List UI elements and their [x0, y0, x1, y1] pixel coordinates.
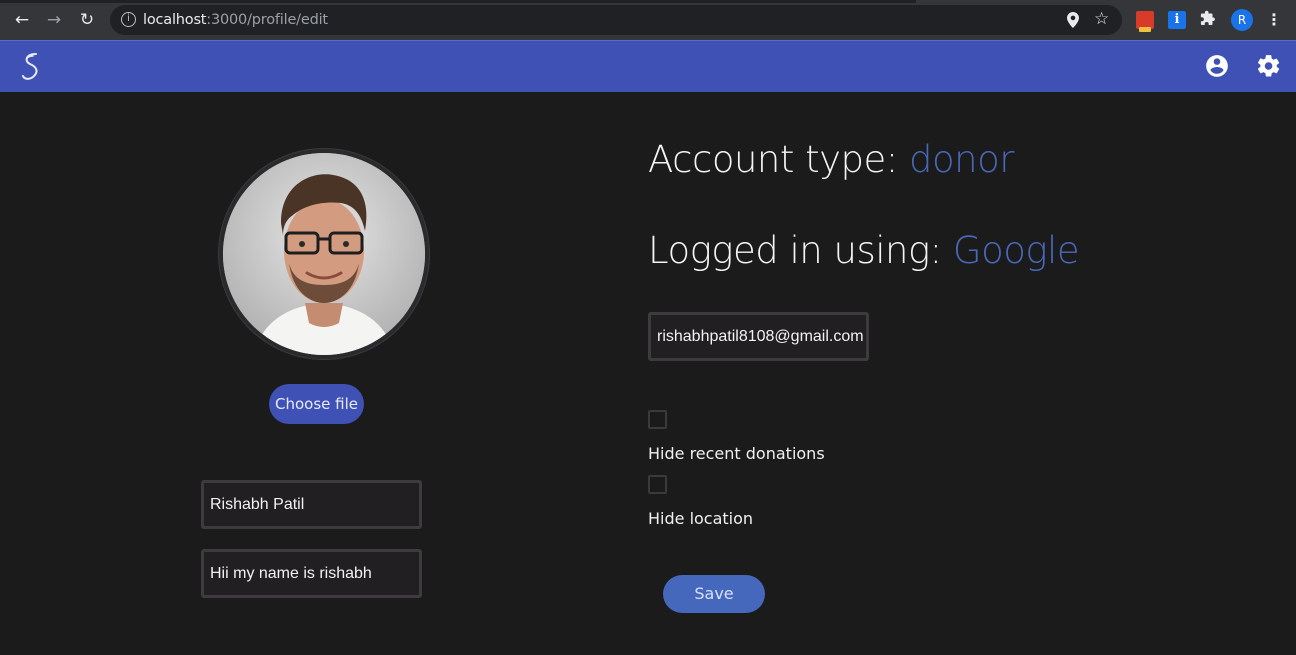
forward-icon[interactable]: → — [42, 8, 66, 32]
account-circle-icon[interactable] — [1204, 53, 1230, 79]
back-icon[interactable]: ← — [10, 8, 34, 32]
account-type-heading: Account type: donor — [648, 138, 1014, 181]
hide-location-label: Hide location — [648, 509, 754, 528]
info-icon[interactable]: i — [121, 12, 136, 27]
puzzle-icon[interactable] — [1200, 10, 1218, 28]
extension-icon[interactable]: i — [1168, 11, 1186, 29]
browser-profile-avatar[interactable]: R — [1231, 9, 1253, 31]
account-type-value: donor — [909, 138, 1014, 181]
logged-in-heading: Logged in using: Google — [648, 229, 1080, 272]
profile-avatar — [219, 149, 429, 359]
logged-in-label: Logged in using: — [648, 229, 942, 272]
save-button[interactable]: Save — [663, 575, 765, 613]
reload-icon[interactable]: ↻ — [75, 8, 99, 32]
browser-toolbar: ← → ↻ i localhost:3000/profile/edit ☆ i … — [0, 0, 1296, 40]
url-text[interactable]: localhost:3000/profile/edit — [143, 12, 328, 28]
location-pin-icon[interactable] — [1064, 11, 1082, 29]
app-logo-icon[interactable] — [14, 50, 50, 84]
name-input[interactable]: Rishabh Patil — [201, 480, 422, 529]
email-field[interactable]: rishabhpatil8108@gmail.com — [648, 312, 869, 361]
app-header — [0, 40, 1296, 92]
settings-icon[interactable] — [1256, 53, 1282, 79]
hide-location-checkbox[interactable] — [648, 475, 667, 494]
url-path: :3000/profile/edit — [206, 12, 328, 28]
hide-donations-label: Hide recent donations — [648, 444, 825, 463]
tab-strip-edge — [0, 0, 1296, 3]
bio-input[interactable]: Hii my name is rishabh — [201, 549, 422, 598]
account-type-label: Account type: — [648, 138, 898, 181]
menu-dots-icon[interactable]: ⋮ — [1266, 10, 1282, 29]
bookmark-star-icon[interactable]: ☆ — [1094, 9, 1109, 29]
logged-in-value: Google — [952, 229, 1080, 272]
url-host: localhost — [143, 12, 207, 28]
hide-donations-checkbox[interactable] — [648, 410, 667, 429]
choose-file-button[interactable]: Choose file — [269, 384, 364, 424]
address-bar[interactable]: i localhost:3000/profile/edit ☆ — [110, 5, 1122, 35]
extension-icon[interactable] — [1136, 11, 1154, 32]
